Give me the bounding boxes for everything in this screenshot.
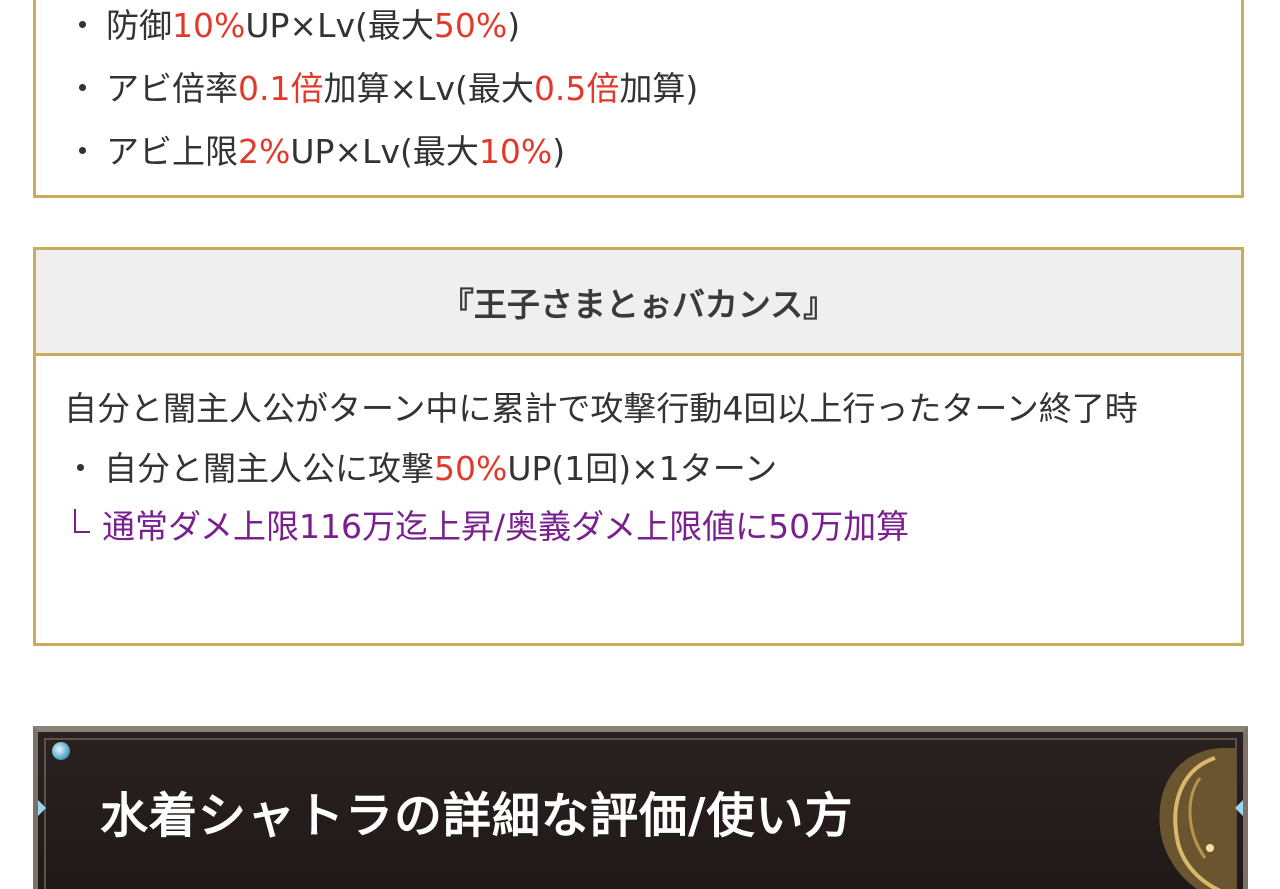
defense-up-line: ・ 防御 10% UP×Lv(最大 50%) [66,6,521,45]
bullet: ・ [66,69,99,108]
skill-level-effects-box: ・ 防御 10% UP×Lv(最大 50%) ・ アビ倍率 0.1倍 加算×Lv(最大 0.… [33,0,1244,198]
skill-body: 自分と闇主人公がターン中に累計で攻撃行動4回以上行ったターン終了時 ・ 自分と闇… [36,356,1241,553]
crest-ornament-icon [1159,748,1235,889]
skill-description: 自分と闇主人公がターン中に累計で攻撃行動4回以上行ったターン終了時 [64,389,1138,428]
gem-left-icon [38,798,46,818]
bullet: ・ [66,132,99,171]
skill-effect-line: ・ 自分と闇主人公に攻撃 50% UP(1回)×1ターン [64,449,778,488]
section-heading-banner: 水着シャトラの詳細な評価/使い方 [33,726,1248,889]
skill-title: 『王子さまとぉバカンス』 [36,250,1241,356]
ability-multiplier-line: ・ アビ倍率 0.1倍 加算×Lv(最大 0.5倍 加算) [66,69,699,108]
article-page: ・ 防御 10% UP×Lv(最大 50%) ・ アビ倍率 0.1倍 加算×Lv(最大 0.… [0,0,1280,889]
corner-bracket-icon [74,509,90,533]
bullet: ・ [66,6,99,45]
bullet: ・ [64,449,97,488]
gem-right-icon [1235,798,1243,818]
skill-box: 『王子さまとぉバカンス』 自分と闇主人公がターン中に累計で攻撃行動4回以上行った… [33,247,1244,646]
section-heading: 水着シャトラの詳細な評価/使い方 [100,788,854,844]
ability-cap-line: ・ アビ上限 2% UP×Lv(最大 10%) [66,132,566,171]
skill-note-line: 通常ダメ上限116万迄上昇/奥義ダメ上限値に50万加算 [64,501,1241,553]
orb-ornament-icon [52,742,70,760]
